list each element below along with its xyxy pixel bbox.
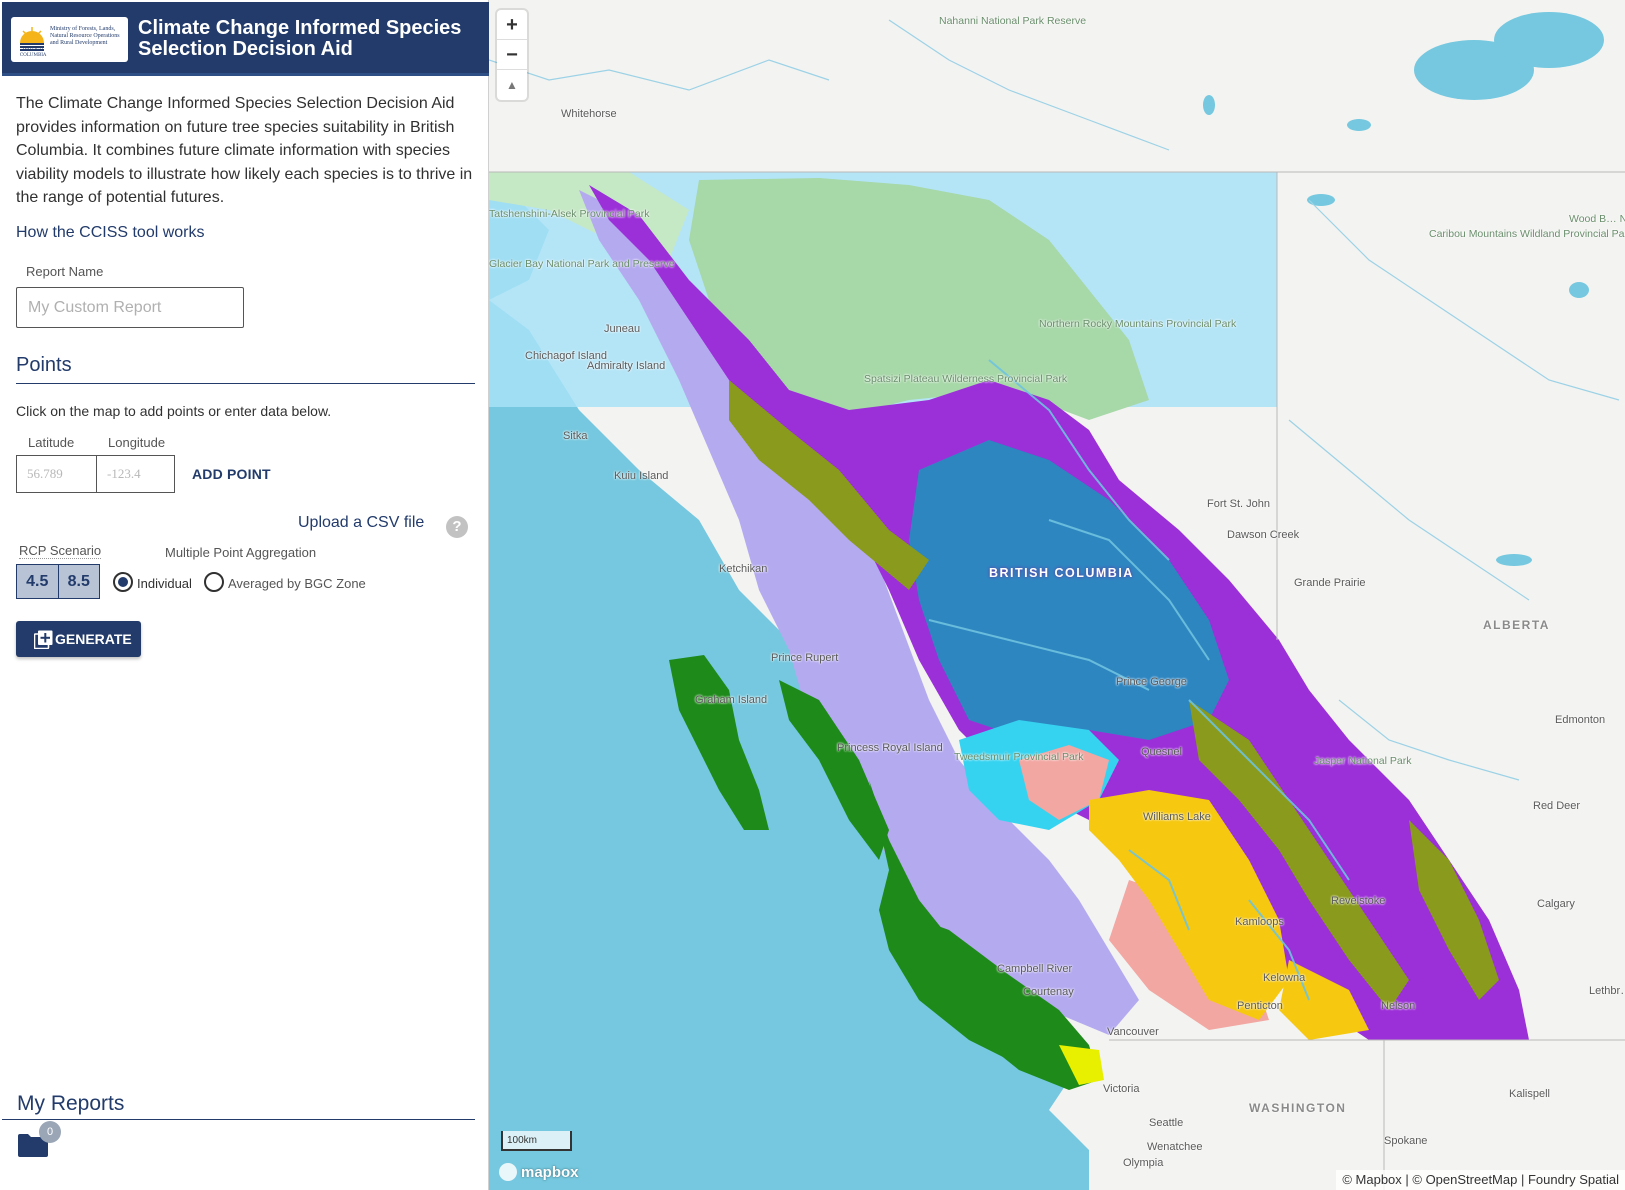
map-label-kalispell: Kalispell	[1509, 1088, 1550, 1100]
map-canvas[interactable]	[489, 0, 1625, 1190]
aggregation-label: Multiple Point Aggregation	[165, 545, 317, 560]
rcp-scenario-label: RCP Scenario	[19, 543, 102, 559]
map-label-kuiu: Kuiu Island	[614, 470, 669, 482]
map-label-tatshenshini: Tatshenshini-Alsek Provincial Park	[489, 208, 649, 220]
add-point-button[interactable]: ADD POINT	[192, 466, 271, 482]
report-name-label: Report Name	[26, 264, 104, 279]
how-it-works-link[interactable]: How the CCISS tool works	[16, 224, 205, 242]
map-label-nahanni: Nahanni National Park Reserve	[939, 15, 1087, 27]
longitude-label: Longitude	[108, 435, 166, 450]
points-divider	[16, 383, 475, 384]
map-label-kelowna: Kelowna	[1263, 972, 1306, 984]
map-label-courtenay: Courtenay	[1023, 986, 1074, 998]
map-attribution[interactable]: © Mapbox | © OpenStreetMap | Foundry Spa…	[1336, 1170, 1625, 1190]
map-label-vancouver: Vancouver	[1107, 1026, 1159, 1038]
sidebar: BRITISH COLUMBIA Ministry of Forests, La…	[0, 0, 489, 1190]
map-label-graham-island: Graham Island	[695, 694, 768, 706]
app-header: BRITISH COLUMBIA Ministry of Forests, La…	[2, 2, 489, 76]
my-reports-title: My Reports	[17, 1092, 125, 1115]
map-label-revelstoke: Revelstoke	[1331, 895, 1386, 907]
map-label-glacier-bay: Glacier Bay National Park and Preserve	[489, 258, 675, 270]
map-label-admiralty: Admiralty Island	[587, 360, 666, 372]
map-label-edmonton: Edmonton	[1555, 714, 1606, 726]
map-label-campbell-river: Campbell River	[997, 963, 1073, 975]
rcp-4-5-toggle[interactable]: 4.5	[17, 565, 58, 598]
map-label-ketchikan: Ketchikan	[719, 563, 768, 575]
averaged-radio[interactable]	[204, 572, 224, 592]
ministry-name: Ministry of Forests, Lands, Natural Reso…	[50, 26, 120, 46]
averaged-radio-label[interactable]: Averaged by BGC Zone	[228, 576, 366, 591]
map-label-spatsizi: Spatsizi Plateau Wilderness Provincial P…	[864, 373, 1067, 385]
generate-button-label: GENERATE	[55, 631, 132, 647]
map-label-sitka: Sitka	[563, 430, 588, 442]
latitude-label: Latitude	[28, 435, 75, 450]
gov-wordmark: BRITISH COLUMBIA	[19, 48, 47, 58]
map-label-williams-lake: Williams Lake	[1143, 811, 1211, 823]
intro-text: The Climate Change Informed Species Sele…	[16, 95, 473, 206]
rcp-toggle-group: 4.5 8.5	[16, 564, 100, 599]
map-label-kamloops: Kamloops	[1235, 916, 1284, 928]
map-view[interactable]: Nahanni National Park Reserve Whitehorse…	[489, 0, 1625, 1190]
reports-count-badge: 0	[39, 1121, 61, 1143]
map-label-quesnel: Quesnel	[1141, 746, 1182, 758]
compass-icon[interactable]: ▲	[497, 70, 527, 100]
map-label-alberta: ALBERTA	[1483, 618, 1550, 632]
mapbox-logo-icon	[499, 1163, 517, 1181]
map-label-fort-st-john: Fort St. John	[1207, 498, 1270, 510]
map-label-calgary: Calgary	[1537, 898, 1575, 910]
map-label-victoria: Victoria	[1103, 1083, 1140, 1095]
map-label-penticton: Penticton	[1237, 1000, 1283, 1012]
map-label-nelson: Nelson	[1381, 1000, 1416, 1012]
map-label-lethbridge: Lethbr…	[1589, 985, 1625, 997]
map-scale-bar: 100km	[501, 1131, 572, 1151]
points-help-text: Click on the map to add points or enter …	[16, 403, 332, 419]
map-label-wood-buffalo: Wood B… Nation…	[1569, 213, 1625, 225]
upload-csv-link[interactable]: Upload a CSV file	[298, 514, 424, 532]
points-section-title: Points	[16, 354, 72, 376]
map-label-british-columbia: BRITISH COLUMBIA	[989, 566, 1134, 580]
map-label-prince-george: Prince George	[1116, 676, 1187, 688]
map-label-princess-royal: Princess Royal Island	[837, 742, 943, 754]
zoom-in-button[interactable]: +	[497, 10, 527, 40]
report-name-input[interactable]	[16, 287, 244, 328]
map-label-red-deer: Red Deer	[1533, 800, 1581, 812]
individual-radio-label[interactable]: Individual	[137, 576, 192, 591]
latitude-input[interactable]	[16, 455, 96, 493]
map-label-dawson-creek: Dawson Creek	[1227, 529, 1300, 541]
map-label-caribou: Caribou Mountains Wildland Provincial Pa…	[1429, 228, 1625, 240]
map-nav-control: + − ▲	[497, 10, 527, 100]
map-label-spokane: Spokane	[1384, 1135, 1428, 1147]
map-label-wenatchee: Wenatchee	[1147, 1141, 1203, 1153]
map-label-juneau: Juneau	[604, 323, 641, 335]
map-label-prince-rupert: Prince Rupert	[771, 652, 839, 664]
map-label-northern-rocky: Northern Rocky Mountains Provincial Park	[1039, 318, 1236, 330]
app-root: BRITISH COLUMBIA Ministry of Forests, La…	[0, 0, 1625, 1190]
mapbox-logo[interactable]: mapbox	[499, 1163, 579, 1181]
map-label-tweedsmuir: Tweedsmuir Provincial Park	[954, 751, 1084, 763]
generate-button[interactable]: GENERATE	[16, 621, 141, 657]
rcp-8-5-toggle[interactable]: 8.5	[57, 565, 99, 598]
individual-radio[interactable]	[113, 572, 133, 592]
map-label-jasper: Jasper National Park	[1314, 755, 1412, 767]
add-report-icon	[34, 630, 53, 649]
help-icon[interactable]: ?	[446, 516, 468, 538]
map-label-whitehorse: Whitehorse	[561, 108, 617, 120]
map-label-grande-prairie: Grande Prairie	[1294, 577, 1366, 589]
mapbox-logo-text: mapbox	[521, 1163, 579, 1181]
bc-gov-logo: BRITISH COLUMBIA Ministry of Forests, La…	[11, 17, 128, 62]
my-reports-divider	[2, 1119, 475, 1120]
map-label-seattle: Seattle	[1149, 1117, 1184, 1129]
map-label-olympia: Olympia	[1123, 1157, 1164, 1169]
map-label-washington: WASHINGTON	[1249, 1101, 1347, 1115]
app-title: Climate Change Informed Species Selectio…	[138, 17, 462, 60]
map-label-chichagof: Chichagof Island	[525, 350, 607, 362]
zoom-out-button[interactable]: −	[497, 40, 527, 70]
longitude-input[interactable]	[96, 455, 175, 493]
